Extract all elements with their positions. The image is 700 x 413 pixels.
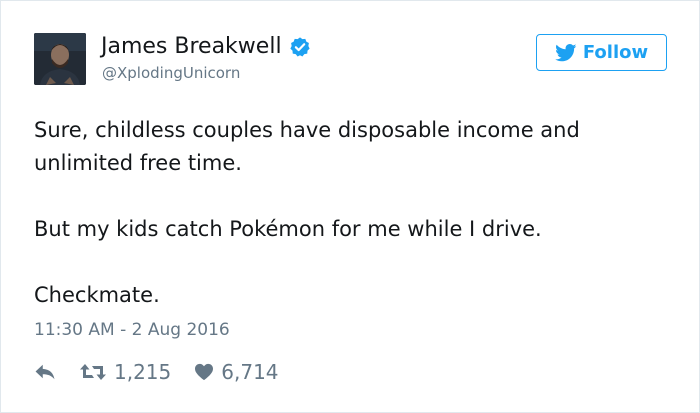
retweet-button[interactable]: 1,215 [79,360,171,384]
tweet-paragraph: Checkmate. [34,283,160,307]
like-button[interactable]: 6,714 [194,360,279,384]
author-display-name[interactable]: James Breakwell [101,33,282,61]
reply-button[interactable] [34,363,58,381]
like-count: 6,714 [221,360,279,384]
tweet-card: James Breakwell @XplodingUnicorn Follow … [0,0,700,413]
verified-badge-icon [289,36,311,58]
tweet-actions: 1,215 6,714 [34,357,279,387]
author-handle[interactable]: @XplodingUnicorn [102,63,240,83]
tweet-paragraph: But my kids catch Pokémon for me while I… [34,217,542,241]
twitter-bird-icon [554,43,577,62]
tweet-timestamp[interactable]: 11:30 AM - 2 Aug 2016 [34,318,230,342]
follow-button-label: Follow [582,41,649,63]
retweet-icon [80,364,106,380]
heart-icon [195,363,214,381]
author-avatar[interactable] [34,33,86,85]
reply-icon [35,364,55,380]
tweet-text: Sure, childless couples have disposable … [34,114,674,312]
author-name-row: James Breakwell [101,33,311,61]
tweet-paragraph: Sure, childless couples have disposable … [34,118,580,175]
follow-button[interactable]: Follow [536,34,667,71]
retweet-count: 1,215 [114,360,172,384]
avatar-photo [34,33,86,85]
